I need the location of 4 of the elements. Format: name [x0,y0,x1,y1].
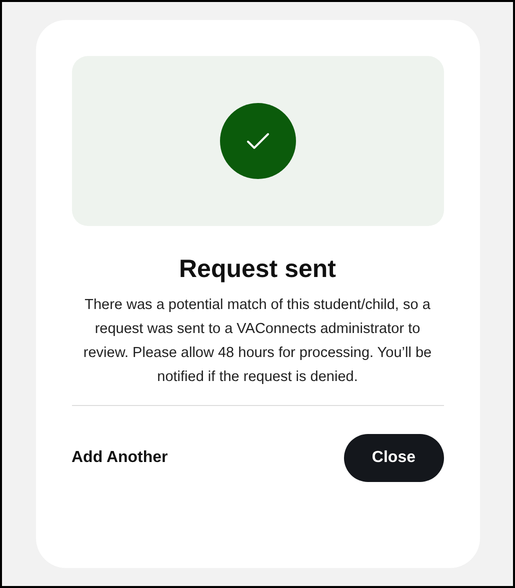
add-another-button[interactable]: Add Another [72,446,168,470]
dialog-title: Request sent [178,254,337,285]
dialog-message: There was a potential match of this student/child, so a request was sent to a VAConnects administrator to review. Please allow 48 hours for processing. You’ll be notified if the request is denied. [82,296,433,388]
close-button[interactable]: Close [344,434,444,482]
